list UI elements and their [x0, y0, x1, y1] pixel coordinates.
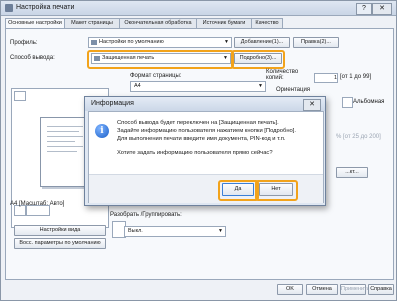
preview-caption: A4 [Масштаб: Авто]: [10, 201, 65, 207]
profile-icon: [91, 40, 97, 45]
no-button[interactable]: Нет: [259, 183, 293, 196]
info-dialog: Информация ✕ i Способ вывода будет перек…: [84, 96, 326, 206]
copies-range: [от 1 до 99]: [340, 74, 372, 80]
details-button[interactable]: Подробно(3)...: [234, 53, 282, 64]
dialog-body: i Способ вывода будет переключен на [Защ…: [88, 111, 324, 203]
orientation-label: Ориентация: [276, 87, 311, 93]
tab-finishing[interactable]: Окончательная обработка: [119, 18, 197, 28]
add-profile-button[interactable]: Добавление(1)...: [234, 37, 290, 48]
title-bar: Настройка печати ? ✕: [1, 1, 396, 16]
yes-button[interactable]: Да: [222, 183, 254, 196]
collate-value: Выкл.: [128, 228, 143, 234]
message-line-1: Способ вывода будет переключен на [Защищ…: [117, 120, 279, 126]
page-size-label: Формат страницы:: [130, 73, 182, 79]
printer-icon: [5, 4, 13, 12]
chevron-down-icon: ▼: [224, 39, 229, 45]
profile-select[interactable]: Настройки по умолчанию ▼: [88, 37, 232, 48]
window-title: Настройка печати: [16, 4, 75, 11]
copies-label: Количество копий:: [266, 69, 299, 81]
copies-input[interactable]: 1: [314, 73, 338, 83]
chevron-down-icon: ▼: [218, 228, 223, 234]
profile-label: Профиль:: [10, 40, 38, 46]
dialog-title-bar: Информация ✕: [85, 97, 325, 111]
preview-mode-icon[interactable]: [14, 91, 26, 101]
message-line-2: Задайте информацию пользователя нажатием…: [117, 128, 296, 134]
help-button[interactable]: ?: [356, 3, 372, 15]
tab-layout[interactable]: Макет страницы: [64, 18, 120, 28]
profile-value: Настройки по умолчанию: [99, 39, 164, 45]
settings-partial-button[interactable]: ...кт...: [336, 167, 368, 178]
tab-paper-source[interactable]: Источник бумаги: [196, 18, 252, 28]
apply-button[interactable]: Применить: [340, 284, 369, 295]
tab-quality[interactable]: Качество: [251, 18, 283, 28]
message-line-3: Для выполнения печати введите имя докуме…: [117, 136, 286, 142]
edit-profile-button[interactable]: Правка(2)...: [293, 37, 339, 48]
dialog-title: Информация: [91, 100, 134, 107]
secure-print-icon: [94, 56, 100, 61]
dialog-close-icon[interactable]: ✕: [303, 99, 321, 111]
output-method-select[interactable]: Защищенная печать ▼: [91, 53, 231, 64]
page-preview: [40, 117, 90, 187]
cancel-button[interactable]: Отмена: [306, 284, 338, 295]
page-size-value: A4: [134, 83, 141, 89]
landscape-radio[interactable]: [342, 97, 353, 108]
chevron-down-icon: ▼: [258, 83, 263, 89]
chevron-down-icon: ▼: [223, 55, 228, 61]
dialog-footer: Да Нет: [89, 174, 323, 203]
close-icon[interactable]: ✕: [372, 3, 392, 15]
landscape-label: Альбомная: [353, 99, 385, 105]
help-footer-button[interactable]: Справка: [368, 284, 394, 295]
layout-settings-button[interactable]: Настройки вида: [14, 225, 106, 236]
output-method-label: Способ вывода:: [10, 55, 55, 61]
collate-label: Разобрать /Группировать:: [110, 212, 182, 218]
page-size-select[interactable]: A4 ▼: [130, 81, 266, 92]
question-text: Хотите задать информацию пользователя пр…: [117, 150, 273, 156]
collate-select[interactable]: Выкл. ▼: [124, 226, 226, 237]
info-icon: i: [95, 124, 109, 138]
output-method-value: Защищенная печать: [102, 55, 155, 61]
restore-defaults-button[interactable]: Восс. параметры по умолчанию: [14, 238, 106, 249]
scale-range-hint: % [от 25 до 200]: [336, 134, 381, 140]
ok-button[interactable]: OK: [277, 284, 303, 295]
